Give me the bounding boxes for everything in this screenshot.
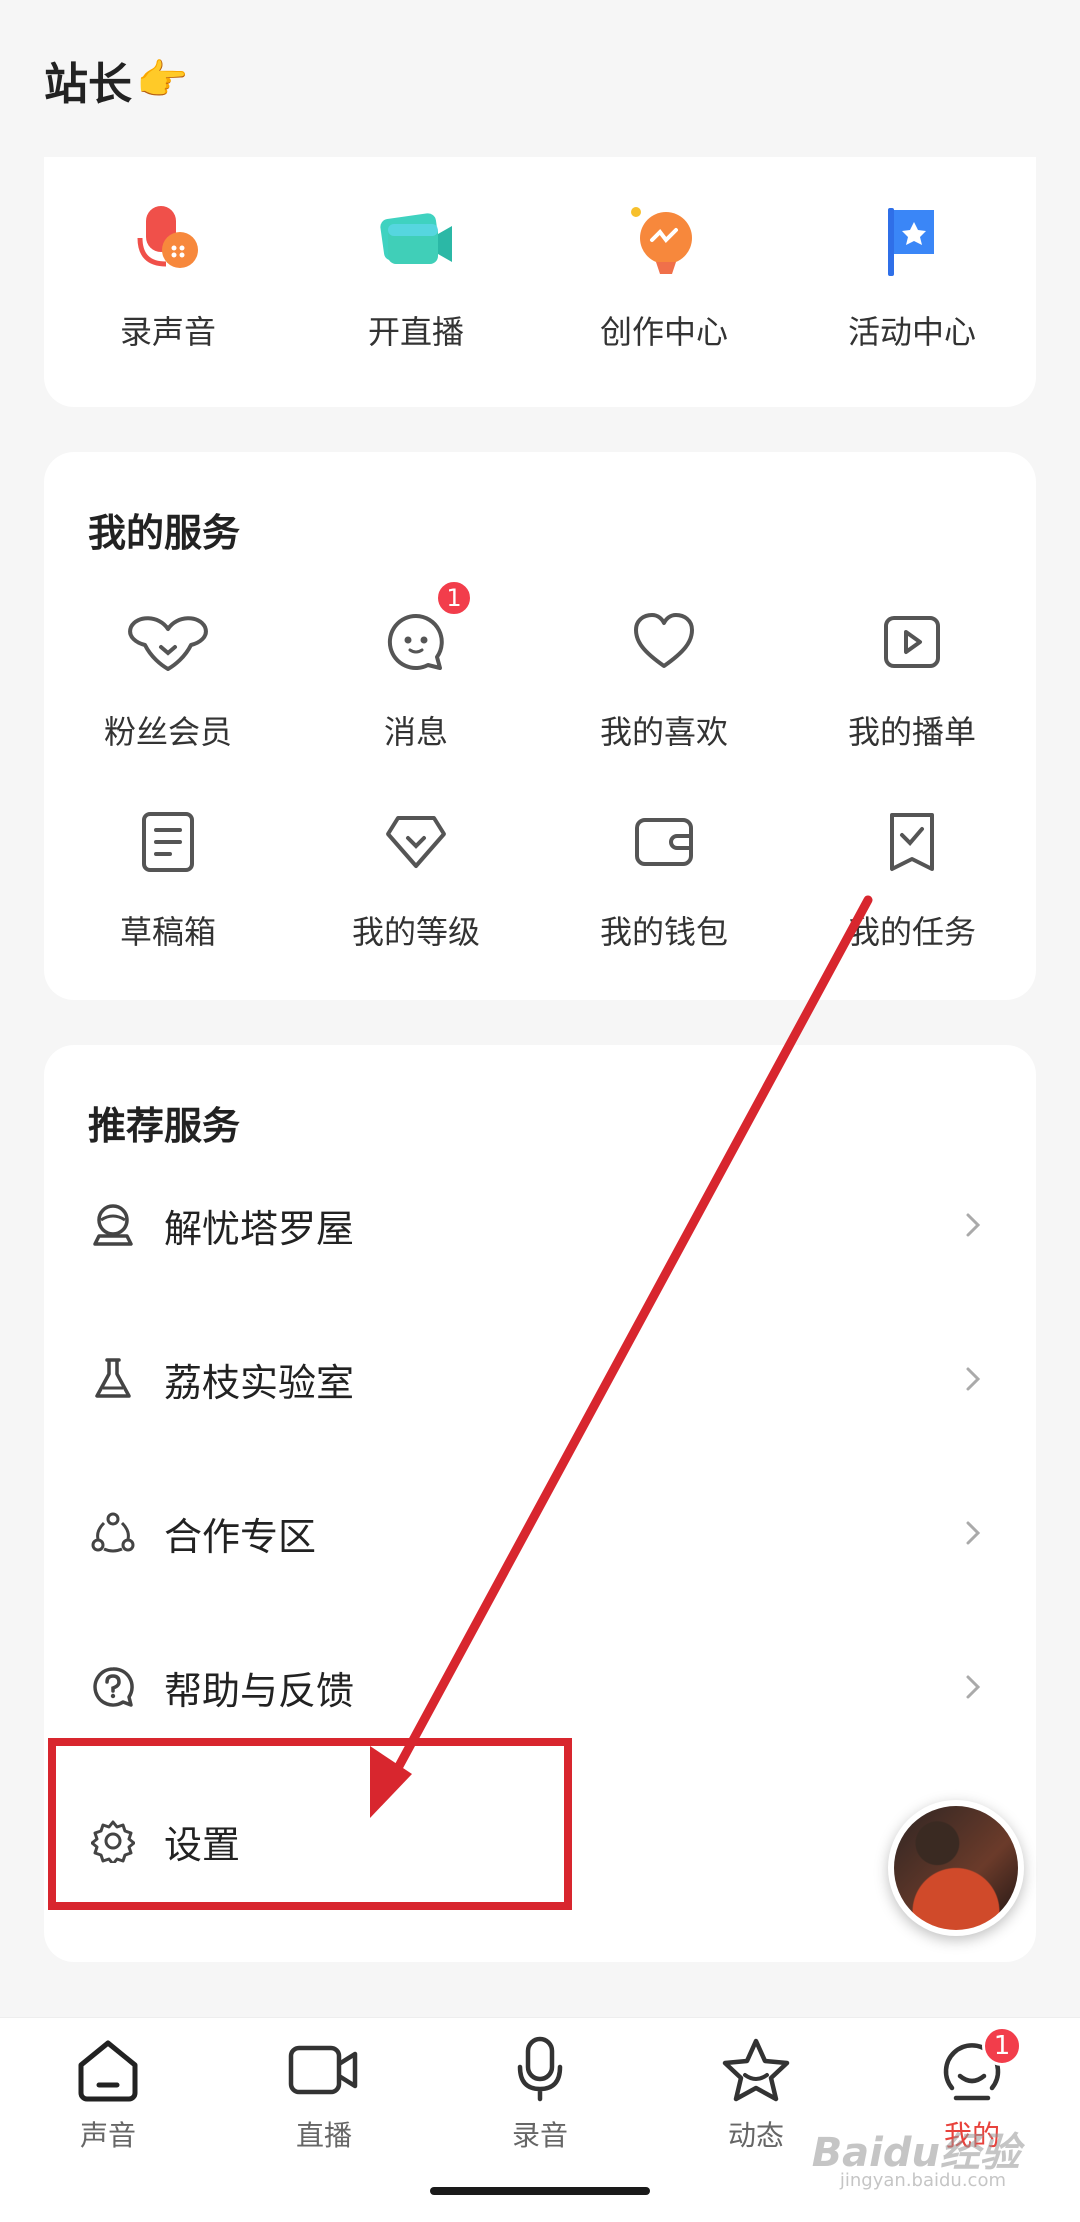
service-level[interactable]: 我的等级 <box>292 797 540 953</box>
page-title-text: 站长 <box>44 59 132 110</box>
home-indicator <box>430 2187 650 2195</box>
quick-action-creator-center[interactable]: 创作中心 <box>540 197 788 353</box>
tab-label: 动态 <box>727 2119 784 2152</box>
quick-action-label: 活动中心 <box>847 313 976 351</box>
tab-label: 直播 <box>295 2119 352 2152</box>
quick-action-activity-center[interactable]: 活动中心 <box>788 197 1036 353</box>
task-icon <box>867 797 957 887</box>
floating-avatar-button[interactable] <box>888 1800 1024 1936</box>
rec-item-help-feedback[interactable]: 帮助与反馈 <box>44 1637 1036 1737</box>
service-tasks[interactable]: 我的任务 <box>788 797 1036 953</box>
draft-icon <box>123 797 213 887</box>
service-playlist[interactable]: 我的播单 <box>788 597 1036 753</box>
tab-label: 录音 <box>511 2119 568 2152</box>
chevron-right-icon <box>966 1367 981 1391</box>
rec-item-lab[interactable]: 荔枝实验室 <box>44 1329 1036 1429</box>
my-services-card: 我的服务 粉丝会员 1 消息 我的喜欢 我的播单 草稿箱 我的等级 我的钱包 我… <box>44 452 1036 1000</box>
message-badge: 1 <box>435 579 473 617</box>
section-title-recommended: 推荐服务 <box>88 1104 241 1148</box>
service-label: 消息 <box>383 713 448 751</box>
service-my-likes[interactable]: 我的喜欢 <box>540 597 788 753</box>
message-icon: 1 <box>371 579 473 687</box>
rec-item-label: 帮助与反馈 <box>164 1668 355 1713</box>
playlist-icon <box>867 597 957 687</box>
service-label: 我的钱包 <box>599 913 728 951</box>
annotation-highlight-box <box>48 1738 572 1910</box>
microphone-icon <box>502 2032 578 2108</box>
service-label: 粉丝会员 <box>103 713 232 751</box>
section-title-my-services: 我的服务 <box>88 511 241 555</box>
activity-center-icon <box>867 197 957 287</box>
help-icon <box>90 1664 136 1710</box>
quick-action-label: 录声音 <box>119 313 216 351</box>
tab-sound[interactable]: 声音 <box>0 2032 216 2154</box>
watermark-sub: jingyan.baidu.com <box>839 2170 1006 2191</box>
avatar <box>894 1806 1018 1930</box>
cooperation-icon <box>90 1510 136 1556</box>
record-voice-icon <box>123 197 213 287</box>
service-drafts[interactable]: 草稿箱 <box>44 797 292 953</box>
service-label: 草稿箱 <box>119 913 216 951</box>
rec-item-tarot[interactable]: 解忧塔罗屋 <box>44 1175 1036 1275</box>
rec-item-label: 解忧塔罗屋 <box>164 1206 355 1251</box>
rec-item-label: 荔枝实验室 <box>164 1360 355 1405</box>
fan-member-icon <box>123 597 213 687</box>
chevron-right-icon <box>966 1213 981 1237</box>
rec-item-label: 合作专区 <box>164 1514 317 1559</box>
heart-icon <box>619 597 709 687</box>
service-message[interactable]: 1 消息 <box>292 579 540 753</box>
tab-record[interactable]: 录音 <box>432 2032 648 2154</box>
level-icon <box>371 797 461 887</box>
tab-live[interactable]: 直播 <box>216 2032 432 2154</box>
profile-icon: 1 <box>934 2026 1022 2108</box>
home-icon <box>70 2032 146 2108</box>
service-label: 我的播单 <box>847 713 976 751</box>
video-camera-icon <box>286 2032 362 2108</box>
creator-center-icon <box>619 197 709 287</box>
tab-badge: 1 <box>982 2026 1022 2066</box>
wallet-icon <box>619 797 709 887</box>
page-title: 站长 👉 <box>44 48 188 112</box>
service-label: 我的等级 <box>351 913 480 951</box>
tab-label: 声音 <box>79 2119 136 2152</box>
quick-action-record-voice[interactable]: 录声音 <box>44 197 292 353</box>
flask-icon <box>90 1356 136 1402</box>
start-live-icon <box>371 197 461 287</box>
quick-action-label: 开直播 <box>367 313 464 351</box>
quick-action-label: 创作中心 <box>599 313 728 351</box>
rec-item-cooperation[interactable]: 合作专区 <box>44 1483 1036 1583</box>
star-icon <box>718 2032 794 2108</box>
service-wallet[interactable]: 我的钱包 <box>540 797 788 953</box>
pointing-hand-icon: 👉 <box>136 55 189 104</box>
service-label: 我的任务 <box>847 913 976 951</box>
quick-action-start-live[interactable]: 开直播 <box>292 197 540 353</box>
quick-actions-card: 录声音 开直播 创作中心 活动中心 <box>44 157 1036 407</box>
service-label: 我的喜欢 <box>599 713 728 751</box>
chevron-right-icon <box>966 1521 981 1545</box>
service-fan-member[interactable]: 粉丝会员 <box>44 597 292 753</box>
chevron-right-icon <box>966 1675 981 1699</box>
crystal-ball-icon <box>90 1202 136 1248</box>
